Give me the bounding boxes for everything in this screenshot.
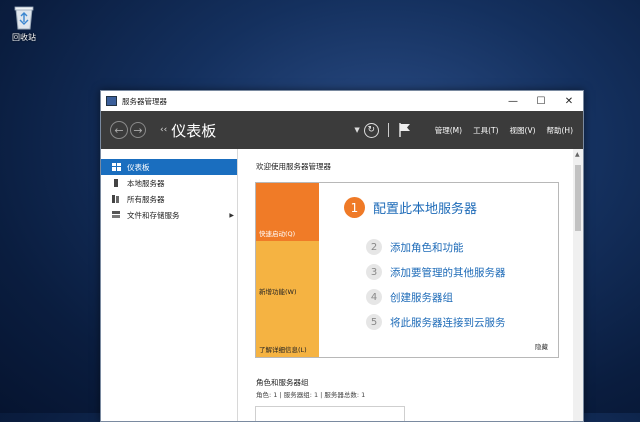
tile-quick-start[interactable]: 快速启动(Q) (256, 183, 319, 241)
step-link[interactable]: 配置此本地服务器 (373, 198, 477, 217)
step-add-roles[interactable]: 2 添加角色和功能 (366, 239, 464, 255)
step-number-badge: 4 (366, 289, 382, 305)
toolbar-divider (387, 123, 389, 137)
server-manager-window: 服务器管理器 — ☐ ✕ ← → ‹‹ 仪表板 ▼ ↻ 管理(M) 工具(T) … (100, 90, 584, 422)
sidebar-item-label: 文件和存储服务 (127, 210, 180, 220)
recycle-bin-icon (13, 4, 35, 30)
step-configure-local-server[interactable]: 1 配置此本地服务器 (344, 197, 477, 218)
back-arrow-icon[interactable]: ← (110, 121, 128, 139)
forward-arrow-icon[interactable]: → (130, 122, 146, 138)
menu-help[interactable]: 帮助(H) (547, 125, 574, 136)
step-create-group[interactable]: 4 创建服务器组 (366, 289, 453, 305)
scroll-thumb[interactable] (575, 165, 581, 231)
role-tile[interactable] (255, 406, 405, 421)
sidebar-item-file-storage[interactable]: 文件和存储服务 ▶ (101, 207, 237, 223)
content-area: 仪表板 本地服务器 所有服务器 文件和存储服务 ▶ 欢迎使用服务器管理器 快速启… (101, 149, 583, 421)
roles-summary: 角色: 1 | 服务器组: 1 | 服务器总数: 1 (256, 391, 366, 399)
server-icon (112, 179, 121, 187)
menu-view[interactable]: 视图(V) (510, 125, 536, 136)
sidebar-item-all-servers[interactable]: 所有服务器 (101, 191, 237, 207)
step-link[interactable]: 添加角色和功能 (390, 240, 464, 255)
step-number-badge: 5 (366, 314, 382, 330)
step-link[interactable]: 添加要管理的其他服务器 (390, 265, 506, 280)
tile-label: 了解详细信息(L) (259, 346, 307, 354)
welcome-heading: 欢迎使用服务器管理器 (256, 162, 331, 171)
recycle-bin[interactable]: 回收站 (4, 4, 44, 43)
menu-tools[interactable]: 工具(T) (473, 125, 498, 136)
step-number-badge: 1 (344, 197, 365, 218)
close-button[interactable]: ✕ (555, 91, 583, 111)
servers-icon (112, 195, 121, 203)
quick-start-panel: 快速启动(Q) 新增功能(W) 了解详细信息(L) 1 配置此本地服务器 2 添… (255, 182, 559, 358)
chevron-right-icon[interactable]: ▶ (229, 212, 234, 219)
hide-link[interactable]: 隐藏 (535, 341, 548, 351)
scroll-up-icon[interactable]: ▲ (575, 151, 580, 158)
notifications-flag-icon[interactable] (398, 122, 412, 138)
breadcrumb: 仪表板 (171, 121, 217, 140)
toolbar: ← → ‹‹ 仪表板 ▼ ↻ 管理(M) 工具(T) 视图(V) 帮助(H) (101, 111, 583, 149)
sidebar-item-label: 本地服务器 (127, 178, 165, 188)
storage-icon (112, 211, 121, 219)
server-manager-app-icon (106, 96, 117, 106)
maximize-button[interactable]: ☐ (527, 91, 555, 111)
recycle-bin-label: 回收站 (12, 33, 36, 42)
dashboard-icon (112, 163, 121, 171)
step-link[interactable]: 创建服务器组 (390, 290, 453, 305)
refresh-icon[interactable]: ↻ (363, 122, 379, 138)
step-add-servers[interactable]: 3 添加要管理的其他服务器 (366, 264, 506, 280)
tile-label: 快速启动(Q) (259, 230, 296, 238)
minimize-button[interactable]: — (499, 91, 527, 111)
tile-learn-more[interactable]: 了解详细信息(L) (256, 299, 319, 357)
step-number-badge: 2 (366, 239, 382, 255)
tile-whats-new[interactable]: 新增功能(W) (256, 241, 319, 299)
sidebar-item-local-server[interactable]: 本地服务器 (101, 175, 237, 191)
sidebar-item-label: 所有服务器 (127, 194, 165, 204)
sidebar: 仪表板 本地服务器 所有服务器 文件和存储服务 ▶ (101, 149, 238, 421)
sidebar-item-label: 仪表板 (127, 162, 150, 172)
step-connect-cloud[interactable]: 5 将此服务器连接到云服务 (366, 314, 506, 330)
window-title: 服务器管理器 (122, 96, 167, 106)
sidebar-item-dashboard[interactable]: 仪表板 (101, 159, 237, 175)
title-bar[interactable]: 服务器管理器 — ☐ ✕ (101, 91, 583, 111)
chevron-down-icon[interactable]: ▼ (354, 126, 359, 134)
breadcrumb-separator: ‹‹ (160, 125, 168, 135)
tile-label: 新增功能(W) (259, 288, 297, 296)
vertical-scrollbar[interactable]: ▲ (573, 149, 583, 421)
roles-heading: 角色和服务器组 (256, 378, 309, 387)
menu-manage[interactable]: 管理(M) (435, 125, 462, 136)
step-number-badge: 3 (366, 264, 382, 280)
dashboard-main: 欢迎使用服务器管理器 快速启动(Q) 新增功能(W) 了解详细信息(L) 1 配… (238, 149, 573, 421)
step-link[interactable]: 将此服务器连接到云服务 (390, 315, 506, 330)
